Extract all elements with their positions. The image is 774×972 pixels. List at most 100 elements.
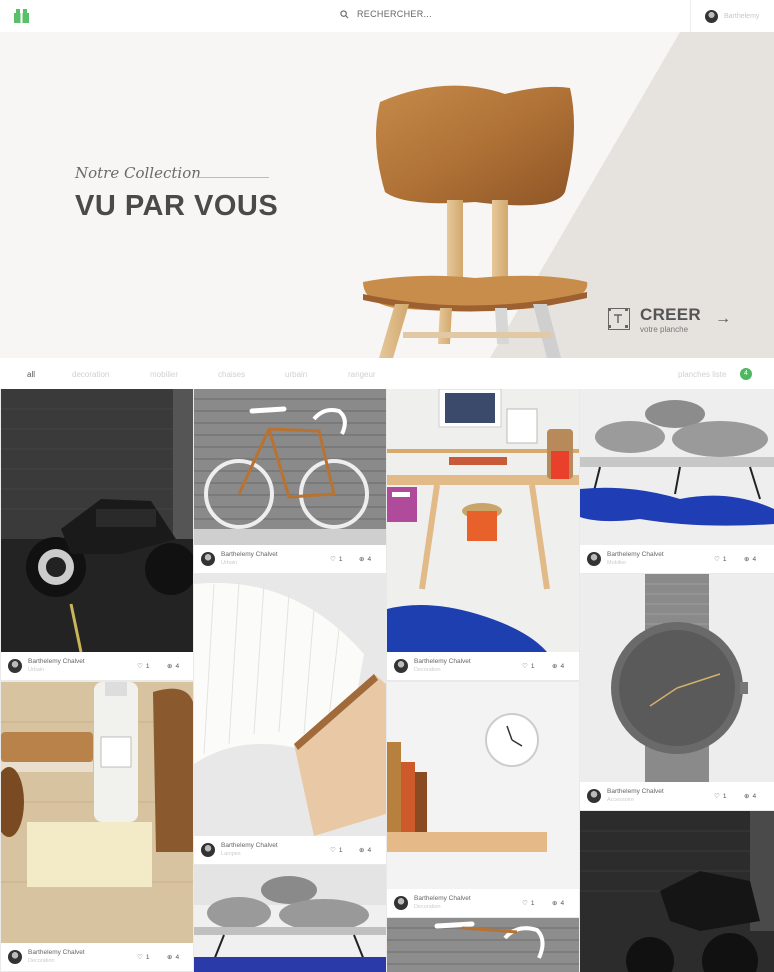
author-name[interactable]: Barthelemy Chalvet: [28, 658, 85, 665]
pin-card[interactable]: [194, 865, 386, 972]
like-button[interactable]: ♡ 1: [330, 555, 343, 564]
pin-button[interactable]: ⊕ 4: [744, 792, 757, 801]
pin-card[interactable]: [1, 682, 193, 943]
like-button[interactable]: ♡ 1: [137, 662, 150, 671]
pin-card[interactable]: [194, 574, 386, 836]
user-name: Barthelemy: [724, 12, 760, 20]
filter-chaises[interactable]: chaises: [218, 370, 245, 379]
pin-count: 4: [367, 846, 372, 854]
pin-count: 4: [752, 792, 757, 800]
user-menu[interactable]: Barthelemy: [690, 0, 774, 32]
add-circle-icon: ⊕: [744, 556, 750, 563]
search-icon: [340, 9, 349, 18]
add-circle-icon: ⊕: [359, 847, 365, 854]
author-name[interactable]: Barthelemy Chalvet: [607, 788, 664, 795]
pin-button[interactable]: ⊕ 4: [167, 953, 180, 962]
gift-logo-icon[interactable]: [13, 8, 30, 23]
author-avatar: [394, 896, 408, 910]
like-button[interactable]: ♡ 1: [137, 953, 149, 962]
author-name[interactable]: Barthelemy Chalvet: [607, 551, 664, 558]
author-name[interactable]: Barthelemy Chalvet: [221, 842, 278, 849]
author-name[interactable]: Barthelemy Chalvet: [414, 658, 471, 665]
pin-button[interactable]: ⊕ 4: [167, 662, 179, 671]
card-image-desk: [387, 389, 579, 652]
pin-count: 4: [367, 555, 372, 563]
add-circle-icon: ⊕: [552, 900, 558, 907]
author-name[interactable]: Barthelemy Chalvet: [221, 551, 278, 558]
like-button[interactable]: ♡ 1: [714, 792, 726, 801]
pin-card[interactable]: [387, 918, 579, 972]
pin-button[interactable]: ⊕ 4: [359, 846, 372, 855]
pin-count: 4: [752, 555, 757, 563]
author-avatar: [8, 659, 22, 673]
card-footer: Barthelemy Chalvet Urbain ♡ 1 ⊕ 4: [1, 652, 193, 680]
heart-icon: ♡: [330, 556, 336, 563]
create-board-cta[interactable]: CREER votre planche: [607, 306, 701, 334]
card-image-motorcycle-2: [580, 811, 774, 972]
author-name[interactable]: Barthelemy Chalvet: [414, 895, 471, 902]
pin-button[interactable]: ⊕ 4: [744, 555, 757, 564]
filter-all[interactable]: all: [27, 370, 35, 379]
like-count: 1: [530, 899, 535, 907]
heart-icon: ♡: [522, 663, 528, 670]
filter-mobilier[interactable]: mobilier: [150, 370, 178, 379]
arrow-right-icon[interactable]: →: [715, 310, 731, 328]
card-image-clock-shelf: [387, 682, 579, 889]
author-avatar: [587, 552, 601, 566]
heart-icon: ♡: [714, 793, 720, 800]
pin-card[interactable]: [387, 682, 579, 889]
pin-card[interactable]: [387, 389, 579, 652]
boards-list-link[interactable]: planches liste: [678, 370, 726, 379]
author-avatar: [587, 789, 601, 803]
card-footer: Barthelemy Chalvet Mobilier ♡ 1 ⊕ 4: [580, 545, 774, 573]
like-count: 1: [338, 846, 343, 854]
like-count: 1: [145, 662, 150, 670]
like-button[interactable]: ♡ 1: [522, 899, 535, 908]
card-image-book-lamp: [194, 574, 386, 836]
filter-urbain[interactable]: urbain: [285, 370, 307, 379]
card-category: Accessoire: [607, 797, 634, 803]
card-category: Urbain: [221, 560, 238, 566]
chair-image: [363, 85, 588, 358]
pin-count: 4: [560, 899, 565, 907]
pin-button[interactable]: ⊕ 4: [552, 662, 564, 671]
card-footer: Barthelemy Chalvet Accessoire ♡ 1 ⊕ 4: [580, 782, 774, 810]
heart-icon: ♡: [522, 900, 528, 907]
card-image-bicycle: [194, 389, 386, 545]
pin-card[interactable]: [580, 574, 774, 782]
create-board-icon: [607, 307, 630, 330]
author-avatar: [8, 950, 22, 964]
like-button[interactable]: ♡ 1: [522, 662, 535, 671]
card-category: Decoration: [414, 904, 441, 910]
like-count: 1: [530, 662, 535, 670]
card-image-pebble-sofa: [194, 865, 386, 972]
author-name[interactable]: Barthelemy Chalvet: [28, 949, 85, 956]
filter-decoration[interactable]: decoration: [72, 370, 109, 379]
like-count: 1: [338, 555, 343, 563]
search-bar[interactable]: RECHERCHER...: [340, 9, 432, 19]
top-header: RECHERCHER... Barthelemy: [0, 0, 774, 33]
search-placeholder: RECHERCHER...: [357, 9, 432, 19]
pin-card[interactable]: [1, 389, 193, 652]
pin-card[interactable]: [580, 811, 774, 972]
add-circle-icon: ⊕: [359, 556, 365, 563]
filter-rangeur[interactable]: rangeur: [348, 370, 376, 379]
like-button[interactable]: ♡ 1: [330, 846, 343, 855]
pin-card[interactable]: [194, 389, 386, 545]
add-circle-icon: ⊕: [167, 954, 173, 961]
like-button[interactable]: ♡ 1: [714, 555, 726, 564]
pin-button[interactable]: ⊕ 4: [552, 899, 565, 908]
card-image-bicycle-2: [387, 918, 579, 972]
user-avatar: [705, 9, 718, 23]
card-category: Decoration: [414, 667, 441, 673]
card-footer: Barthelemy Chalvet Decoration ♡ 1 ⊕ 4: [1, 943, 193, 971]
author-avatar: [201, 552, 215, 566]
pin-card[interactable]: [580, 389, 774, 545]
heart-icon: ♡: [714, 556, 720, 563]
card-category: Urbain: [28, 667, 45, 673]
card-image-motorcycle: [1, 389, 193, 652]
heart-icon: ♡: [137, 663, 143, 670]
card-footer: Barthelemy Chalvet Urbain ♡ 1 ⊕ 4: [194, 545, 386, 573]
pin-count: 4: [175, 953, 180, 961]
pin-button[interactable]: ⊕ 4: [359, 555, 372, 564]
